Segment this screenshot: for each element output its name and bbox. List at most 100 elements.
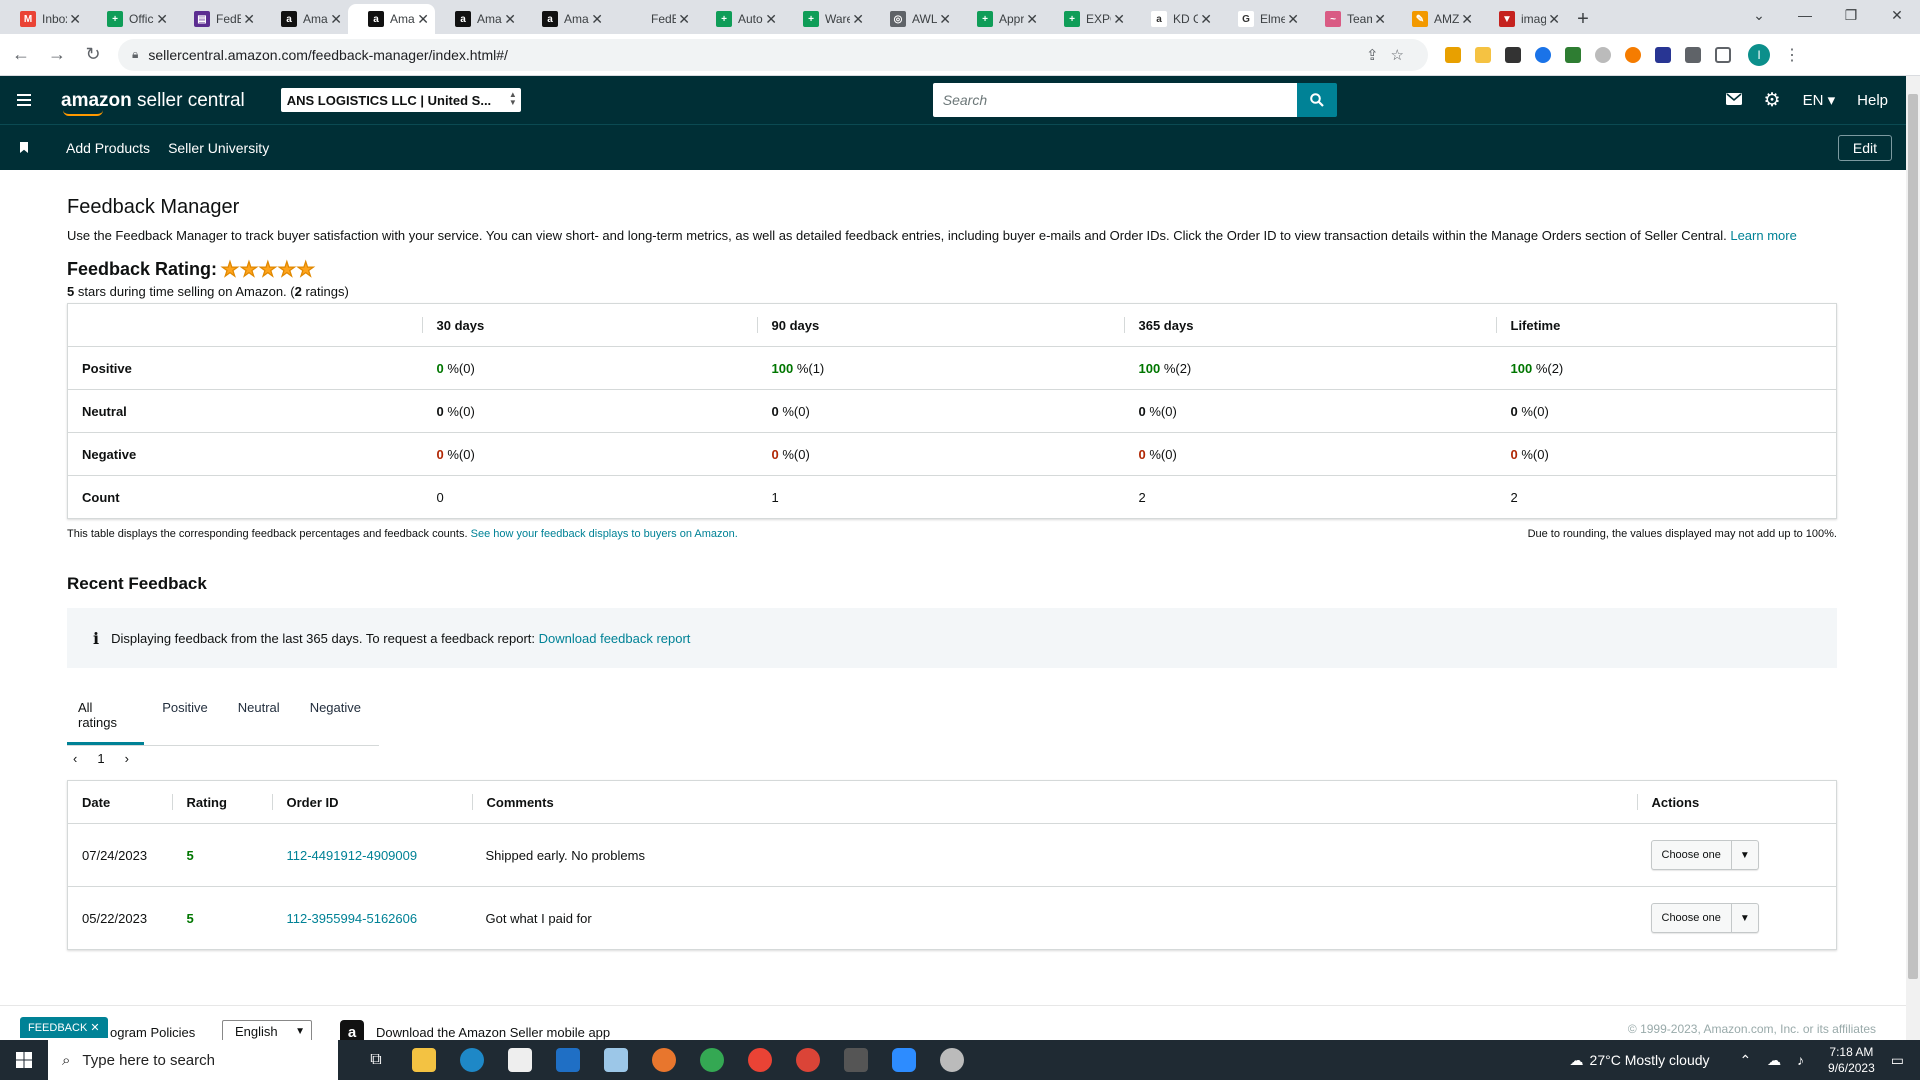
weather-text[interactable]: 27°C Mostly cloudy	[1590, 1052, 1710, 1068]
tab-positive[interactable]: Positive	[150, 688, 220, 745]
weather-icon[interactable]: ☁	[1570, 1052, 1584, 1069]
tab-close-icon[interactable]: ✕	[243, 11, 255, 28]
reload-icon[interactable]: ↻	[78, 44, 108, 65]
mail-app-icon[interactable]	[544, 1040, 592, 1080]
tab-close-icon[interactable]: ✕	[330, 11, 342, 28]
tab-close-icon[interactable]: ✕	[678, 11, 690, 28]
tab-close-icon[interactable]: ✕	[1200, 11, 1212, 28]
browser-tab[interactable]: a Amaz✕	[261, 4, 348, 34]
restore-button[interactable]: ❐	[1828, 0, 1874, 30]
actions-dropdown[interactable]: Choose one ▼	[1650, 840, 1759, 870]
tab-close-icon[interactable]: ✕	[765, 11, 777, 28]
extension-icon[interactable]	[1565, 46, 1581, 63]
browser-tab[interactable]: G Elme ✕	[1218, 4, 1305, 34]
feedback-display-link[interactable]: See how your feedback displays to buyers…	[471, 528, 738, 540]
forward-icon[interactable]: →	[42, 44, 72, 65]
taskbar-search-input[interactable]: ⌕ Type here to search	[48, 1040, 338, 1080]
search-button[interactable]	[1296, 83, 1337, 117]
gear-icon[interactable]: ⚙	[1764, 89, 1781, 112]
puzzle-icon[interactable]	[1685, 46, 1701, 63]
browser-tab[interactable]: + Ware ✕	[783, 4, 870, 34]
store-icon[interactable]	[496, 1040, 544, 1080]
url-bar[interactable]: 🔒︎ sellercentral.amazon.com/feedback-man…	[118, 38, 1428, 71]
nav-seller-university[interactable]: Seller University	[168, 140, 269, 156]
tab-all-ratings[interactable]: All ratings	[67, 688, 145, 745]
tab-close-icon[interactable]: ✕	[591, 11, 603, 28]
hamburger-menu-icon[interactable]	[17, 91, 31, 109]
clock[interactable]: 7:18 AM 9/6/2023	[1828, 1044, 1875, 1076]
tab-close-icon[interactable]: ✕	[1287, 11, 1299, 28]
account-switcher[interactable]: ANS LOGISTICS LLC | United S... ▲ ▼	[280, 88, 521, 112]
seller-central-logo[interactable]: amazon seller central	[61, 91, 245, 116]
chrome-icon[interactable]	[736, 1040, 784, 1080]
bookmark-icon[interactable]	[20, 142, 28, 153]
browser-tab[interactable]: + Auto ✕	[696, 4, 783, 34]
chevron-right-icon[interactable]: ›	[125, 751, 129, 766]
zoom-icon[interactable]	[880, 1040, 928, 1080]
windows-start-icon[interactable]	[0, 1052, 48, 1068]
back-icon[interactable]: ←	[6, 44, 36, 65]
extension-icon[interactable]	[1505, 46, 1521, 63]
language-select[interactable]: English ▼	[222, 1020, 312, 1042]
app-icon[interactable]	[928, 1040, 976, 1080]
tab-close-icon[interactable]: ✕	[852, 11, 864, 28]
tab-negative[interactable]: Negative	[298, 688, 373, 745]
side-panel-icon[interactable]	[1715, 46, 1731, 63]
extension-icon[interactable]	[1625, 46, 1641, 63]
tab-close-icon[interactable]: ✕	[156, 11, 168, 28]
browser-tab[interactable]: FedE ✕	[609, 4, 696, 34]
chrome-icon[interactable]	[688, 1040, 736, 1080]
extension-icon[interactable]	[1535, 46, 1551, 63]
edge-icon[interactable]	[448, 1040, 496, 1080]
tab-close-icon[interactable]: ✕	[939, 11, 951, 28]
tab-close-icon[interactable]: ✕	[1113, 11, 1125, 28]
chevron-left-icon[interactable]: ‹	[73, 751, 77, 766]
tab-close-icon[interactable]: ✕	[504, 11, 516, 28]
minimize-button[interactable]: —	[1782, 0, 1828, 30]
browser-tab[interactable]: ✎ AMZ ✕	[1392, 4, 1479, 34]
browser-tab[interactable]: + Appr ✕	[957, 4, 1044, 34]
tab-close-icon[interactable]: ✕	[1374, 11, 1386, 28]
browser-tab[interactable]: M Inbox✕	[0, 4, 87, 34]
browser-tab[interactable]: ▤ FedEx✕	[174, 4, 261, 34]
extension-icon[interactable]	[1445, 46, 1461, 63]
browser-tab[interactable]: ◎ AWL ✕	[870, 4, 957, 34]
new-tab-button[interactable]: +	[1566, 4, 1600, 34]
menu-kebab-icon[interactable]: ⋮	[1784, 45, 1800, 65]
tab-neutral[interactable]: Neutral	[226, 688, 292, 745]
language-selector[interactable]: EN ▾	[1803, 91, 1836, 109]
feedback-button[interactable]: FEEDBACK ✕	[20, 1017, 108, 1038]
mail-icon[interactable]	[1725, 92, 1742, 109]
file-explorer-icon[interactable]	[400, 1040, 448, 1080]
close-window-button[interactable]: ✕	[1874, 0, 1920, 30]
browser-tab[interactable]: + EXPO✕	[1044, 4, 1131, 34]
edit-button[interactable]: Edit	[1837, 134, 1892, 161]
browser-tab[interactable]: a Amaz✕	[522, 4, 609, 34]
tray-icons[interactable]: ⌃ ☁ ♪	[1740, 1052, 1811, 1069]
help-link[interactable]: Help	[1857, 92, 1888, 109]
tab-close-icon[interactable]: ✕	[417, 11, 429, 28]
extension-icon[interactable]	[1595, 46, 1611, 63]
order-id-link[interactable]: 112-3955994-5162606	[287, 911, 418, 926]
actions-dropdown[interactable]: Choose one ▼	[1650, 903, 1759, 933]
app-icon[interactable]	[640, 1040, 688, 1080]
page-scrollbar[interactable]	[1906, 76, 1920, 1040]
browser-tab[interactable]: a Amaz✕	[435, 4, 522, 34]
tab-close-icon[interactable]: ✕	[69, 11, 81, 28]
task-view-icon[interactable]: ⧉	[352, 1040, 400, 1080]
download-feedback-report-link[interactable]: Download feedback report	[539, 631, 691, 646]
chrome-icon[interactable]	[784, 1040, 832, 1080]
program-policies-link[interactable]: ogram Policies	[110, 1025, 195, 1040]
extension-icon[interactable]	[1655, 46, 1671, 63]
learn-more-link[interactable]: Learn more	[1730, 228, 1796, 243]
browser-tab[interactable]: a KD G ✕	[1131, 4, 1218, 34]
browser-tab[interactable]: ~ Team ✕	[1305, 4, 1392, 34]
profile-avatar[interactable]: I	[1748, 43, 1770, 66]
search-input[interactable]: Search	[932, 83, 1297, 117]
notepad-icon[interactable]	[592, 1040, 640, 1080]
tab-close-icon[interactable]: ✕	[1026, 11, 1038, 28]
browser-tab[interactable]: a Amaz✕	[348, 4, 435, 34]
tab-search-icon[interactable]: ⌄	[1736, 0, 1782, 30]
share-bookmark-icons[interactable]: ⇪☆	[1366, 46, 1416, 64]
browser-tab[interactable]: + Offici ✕	[87, 4, 174, 34]
